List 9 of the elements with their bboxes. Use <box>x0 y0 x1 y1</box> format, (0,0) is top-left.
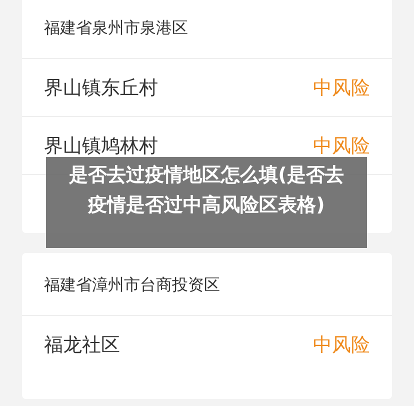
place-name: 界山镇东丘村 <box>44 76 158 100</box>
place-name: 界山镇鸠林村 <box>44 134 158 158</box>
area-title: 福建省泉州市泉港区 <box>44 18 188 38</box>
title-banner: 是否去过疫情地区怎么填(是否去疫情是否过中高风险区表格) <box>46 157 367 248</box>
place-name: 福龙社区 <box>44 332 120 358</box>
risk-level: 中风险 <box>313 134 370 158</box>
risk-level: 中风险 <box>313 76 370 100</box>
area-title: 福建省漳州市台商投资区 <box>44 274 220 296</box>
risk-level: 中风险 <box>313 332 370 358</box>
